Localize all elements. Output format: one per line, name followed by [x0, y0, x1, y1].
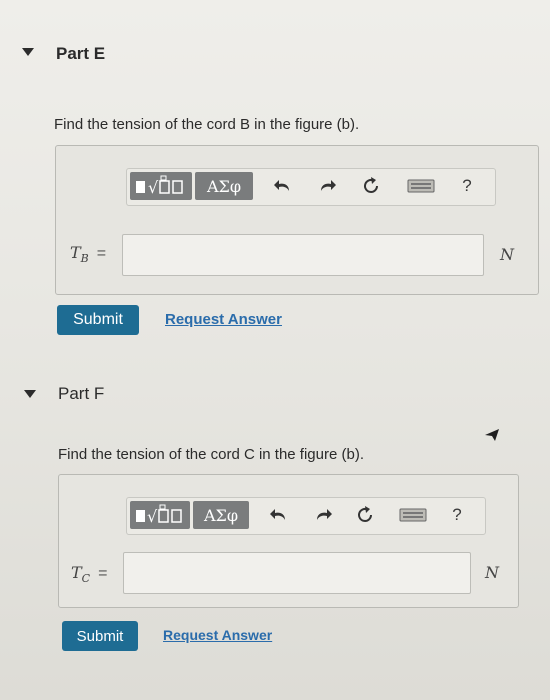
templates-button[interactable]: √: [130, 501, 190, 529]
part-f-prompt: Find the tension of the cord C in the fi…: [58, 446, 364, 463]
part-e-answer-input[interactable]: [122, 234, 484, 276]
undo-icon[interactable]: [267, 503, 291, 527]
keyboard-icon[interactable]: [397, 503, 429, 527]
part-e-answer-box: √ ΑΣφ ? TB = N: [55, 145, 539, 295]
part-e-submit-button[interactable]: Submit: [57, 305, 139, 335]
redo-icon[interactable]: [311, 503, 335, 527]
variable-subscript: C: [81, 572, 91, 586]
part-f-variable-label: TC =: [71, 563, 107, 585]
templates-button[interactable]: √: [130, 172, 192, 200]
part-f-answer-input[interactable]: [123, 552, 471, 594]
part-e-title[interactable]: Part E: [56, 44, 105, 64]
templates-icon: √: [136, 175, 183, 197]
keyboard-icon[interactable]: [405, 174, 437, 198]
symbols-button[interactable]: ΑΣφ: [195, 172, 253, 200]
part-f-answer-box: √ ΑΣφ ? TC = N: [58, 474, 519, 608]
part-e-unit-label: N: [500, 245, 514, 264]
undo-icon[interactable]: [271, 174, 295, 198]
templates-icon: √: [136, 504, 182, 526]
help-button[interactable]: ?: [445, 503, 469, 527]
reset-icon[interactable]: [353, 503, 377, 527]
equals-sign: =: [96, 245, 107, 262]
help-button[interactable]: ?: [455, 174, 479, 198]
part-f-submit-button[interactable]: Submit: [62, 621, 138, 651]
mouse-pointer-icon: [484, 428, 500, 447]
symbols-button[interactable]: ΑΣφ: [193, 501, 249, 529]
screen: Part E Find the tension of the cord B in…: [0, 0, 550, 700]
part-f-request-answer-link[interactable]: Request Answer: [163, 627, 272, 643]
part-e-equation-toolbar: √ ΑΣφ ?: [126, 168, 496, 206]
part-e-prompt: Find the tension of the cord B in the fi…: [54, 116, 360, 133]
collapse-caret-icon[interactable]: [24, 390, 36, 398]
svg-text:√: √: [148, 178, 159, 197]
part-e-variable-label: TB =: [70, 243, 106, 265]
redo-icon[interactable]: [315, 174, 339, 198]
part-f-title[interactable]: Part F: [58, 384, 104, 404]
variable-symbol: T: [71, 563, 82, 582]
part-f-equation-toolbar: √ ΑΣφ ?: [126, 497, 486, 535]
variable-subscript: B: [80, 252, 89, 266]
collapse-caret-icon[interactable]: [22, 48, 34, 56]
part-e-request-answer-link[interactable]: Request Answer: [165, 311, 282, 328]
reset-icon[interactable]: [359, 174, 383, 198]
svg-text:√: √: [147, 507, 158, 526]
equals-sign: =: [98, 565, 108, 582]
variable-symbol: T: [70, 243, 81, 262]
part-f-unit-label: N: [485, 563, 499, 582]
